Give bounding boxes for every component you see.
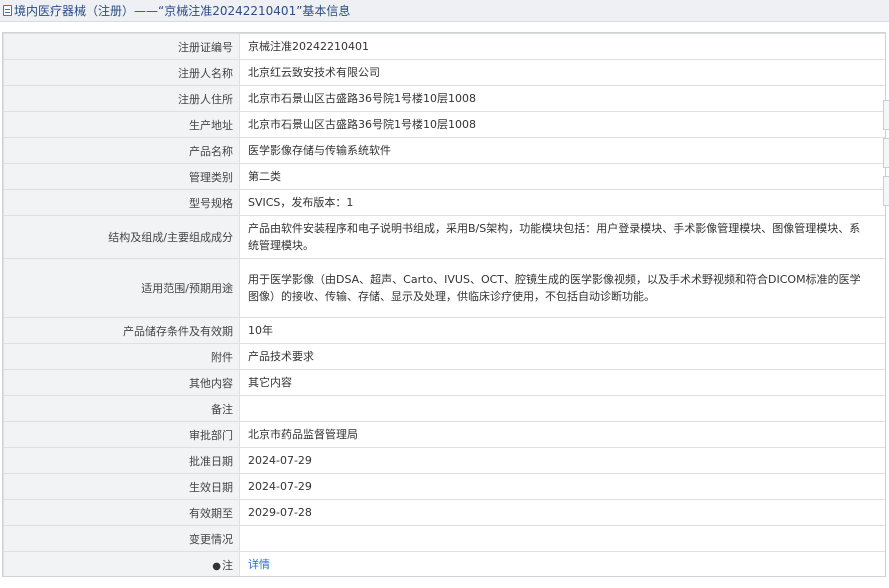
row-label: 适用范围/预期用途 bbox=[3, 258, 240, 318]
row-value: 用于医学影像（由DSA、超声、Carto、IVUS、OCT、腔镜生成的医学影像视… bbox=[239, 258, 885, 318]
row-value: 第二类 bbox=[239, 163, 885, 190]
table-row: 有效期至 2029-07-28 bbox=[3, 499, 885, 526]
row-value bbox=[239, 395, 885, 422]
row-label: 生产地址 bbox=[3, 111, 240, 138]
note-label-cell: ●注 bbox=[3, 551, 240, 576]
side-tab-3[interactable] bbox=[883, 176, 889, 206]
row-label: 其他内容 bbox=[3, 369, 240, 396]
row-value: 北京红云致安技术有限公司 bbox=[239, 59, 885, 86]
table-row: 生效日期 2024-07-29 bbox=[3, 473, 885, 500]
info-table-container: 注册证编号 京械注准20242210401 注册人名称 北京红云致安技术有限公司… bbox=[2, 32, 886, 577]
row-value: 10年 bbox=[239, 317, 885, 344]
row-label: 审批部门 bbox=[3, 421, 240, 448]
table-row: 适用范围/预期用途 用于医学影像（由DSA、超声、Carto、IVUS、OCT、… bbox=[3, 258, 885, 318]
row-label: 注册人名称 bbox=[3, 59, 240, 86]
table-row: 批准日期 2024-07-29 bbox=[3, 447, 885, 474]
details-link[interactable]: 详情 bbox=[248, 558, 270, 571]
note-row: ●注 详情 bbox=[3, 551, 885, 576]
row-label: 注册人住所 bbox=[3, 85, 240, 112]
table-row: 管理类别 第二类 bbox=[3, 163, 885, 190]
table-row: 注册人名称 北京红云致安技术有限公司 bbox=[3, 59, 885, 86]
row-label: 产品名称 bbox=[3, 137, 240, 164]
table-row: 变更情况 bbox=[3, 525, 885, 552]
table-row: 备注 bbox=[3, 395, 885, 422]
row-label: 备注 bbox=[3, 395, 240, 422]
row-value: 2029-07-28 bbox=[239, 499, 885, 526]
document-icon bbox=[3, 5, 12, 16]
table-row: 产品名称 医学影像存储与传输系统软件 bbox=[3, 137, 885, 164]
table-row: 附件 产品技术要求 bbox=[3, 343, 885, 370]
page-title: 境内医疗器械（注册）——“京械注准20242210401”基本信息 bbox=[14, 4, 351, 18]
pin-icon: ● bbox=[212, 560, 221, 572]
row-value: 北京市石景山区古盛路36号院1号楼10层1008 bbox=[239, 85, 885, 112]
row-label: 批准日期 bbox=[3, 447, 240, 474]
table-row: 其他内容 其它内容 bbox=[3, 369, 885, 396]
row-label: 注册证编号 bbox=[3, 33, 240, 60]
row-label: 结构及组成/主要组成成分 bbox=[3, 215, 240, 259]
table-row: 注册证编号 京械注准20242210401 bbox=[3, 33, 885, 60]
side-tab-1[interactable] bbox=[883, 100, 889, 130]
row-label: 附件 bbox=[3, 343, 240, 370]
table-row: 审批部门 北京市药品监督管理局 bbox=[3, 421, 885, 448]
row-value: 其它内容 bbox=[239, 369, 885, 396]
row-value: 北京市药品监督管理局 bbox=[239, 421, 885, 448]
row-value: 产品技术要求 bbox=[239, 343, 885, 370]
row-label: 有效期至 bbox=[3, 499, 240, 526]
header-bar: 境内医疗器械（注册）——“京械注准20242210401”基本信息 bbox=[0, 0, 889, 22]
row-label: 型号规格 bbox=[3, 189, 240, 216]
note-label: 注 bbox=[222, 558, 233, 572]
table-row: 产品储存条件及有效期 10年 bbox=[3, 317, 885, 344]
table-row: 结构及组成/主要组成成分 产品由软件安装程序和电子说明书组成，采用B/S架构，功… bbox=[3, 215, 885, 259]
info-table: 注册证编号 京械注准20242210401 注册人名称 北京红云致安技术有限公司… bbox=[3, 33, 885, 576]
row-value: 2024-07-29 bbox=[239, 473, 885, 500]
row-value: 京械注准20242210401 bbox=[239, 33, 885, 60]
row-label: 生效日期 bbox=[3, 473, 240, 500]
side-tab-2[interactable] bbox=[883, 138, 889, 168]
row-label: 变更情况 bbox=[3, 525, 240, 552]
table-row: 生产地址 北京市石景山区古盛路36号院1号楼10层1008 bbox=[3, 111, 885, 138]
row-value: 2024-07-29 bbox=[239, 447, 885, 474]
row-value bbox=[239, 525, 885, 552]
row-label: 管理类别 bbox=[3, 163, 240, 190]
table-row: 注册人住所 北京市石景山区古盛路36号院1号楼10层1008 bbox=[3, 85, 885, 112]
row-value: SVICS，发布版本：1 bbox=[239, 189, 885, 216]
row-value: 北京市石景山区古盛路36号院1号楼10层1008 bbox=[239, 111, 885, 138]
row-label: 产品储存条件及有效期 bbox=[3, 317, 240, 344]
row-value: 产品由软件安装程序和电子说明书组成，采用B/S架构，功能模块包括：用户登录模块、… bbox=[239, 215, 885, 259]
note-value-cell: 详情 bbox=[239, 551, 885, 576]
row-value: 医学影像存储与传输系统软件 bbox=[239, 137, 885, 164]
table-row: 型号规格 SVICS，发布版本：1 bbox=[3, 189, 885, 216]
